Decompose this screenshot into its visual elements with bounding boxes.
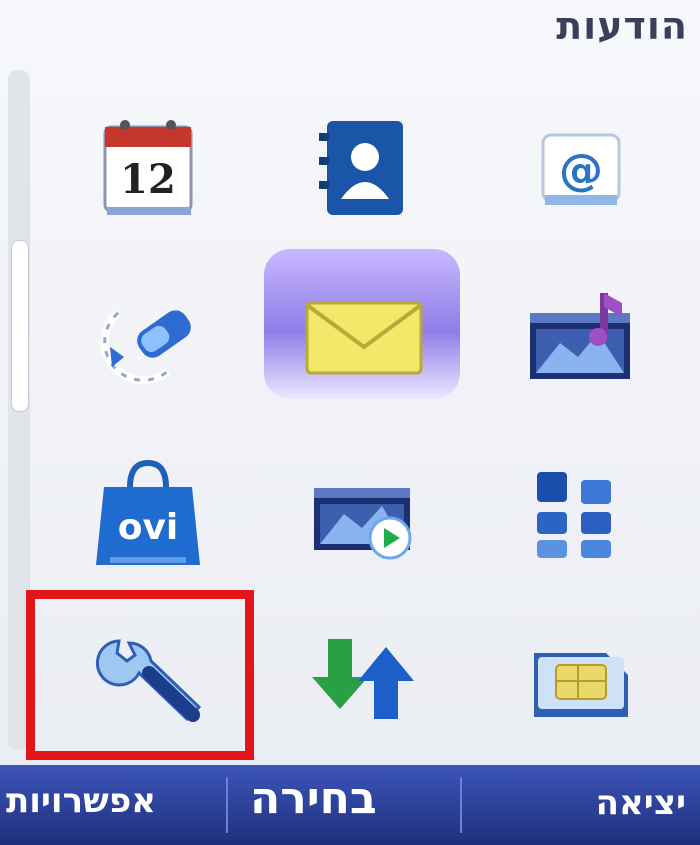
email-icon: @	[541, 133, 621, 205]
options-softkey[interactable]: אפשרויות	[6, 781, 156, 821]
menu-item-ovi-store[interactable]: ovi	[40, 430, 256, 595]
menu-item-contacts[interactable]	[256, 85, 472, 250]
svg-text:@: @	[559, 145, 603, 196]
menu-item-calendar[interactable]: 12	[40, 85, 256, 250]
menu-item-applications[interactable]	[472, 430, 688, 595]
scrollbar-thumb[interactable]	[11, 240, 29, 412]
music-player-icon	[530, 292, 630, 379]
ovi-logo-text: ovi	[118, 507, 179, 548]
menu-item-call-log[interactable]	[40, 255, 256, 420]
sim-card-icon	[534, 652, 628, 717]
call-log-icon	[100, 309, 191, 384]
softkey-divider	[226, 777, 228, 833]
select-softkey[interactable]: בחירה	[250, 773, 377, 824]
menu-item-video[interactable]	[256, 430, 472, 595]
contacts-icon	[319, 120, 403, 215]
ovi-store-icon: ovi	[96, 459, 200, 565]
softkey-divider	[460, 777, 462, 833]
menu-item-sim-card[interactable]	[472, 595, 688, 760]
menu-item-messaging[interactable]	[256, 249, 472, 420]
menu-item-email[interactable]: @	[472, 85, 688, 250]
messaging-icon	[305, 301, 423, 374]
menu-item-music-player[interactable]	[472, 255, 688, 420]
video-icon	[314, 487, 412, 559]
calendar-icon: 12	[103, 119, 193, 215]
page-title: הודעות	[556, 4, 688, 48]
softkey-bar: אפשרויות בחירה יציאה	[0, 765, 700, 845]
menu-item-transfer[interactable]	[256, 595, 472, 760]
transfer-icon	[312, 638, 414, 719]
phone-screen: הודעות 12 @ ovi אפשרויות בחירה יציאה	[0, 0, 700, 845]
exit-softkey[interactable]: יציאה	[596, 783, 686, 823]
calendar-date-text: 12	[120, 156, 176, 203]
applications-icon	[537, 471, 611, 558]
highlight-annotation-box	[26, 590, 254, 760]
